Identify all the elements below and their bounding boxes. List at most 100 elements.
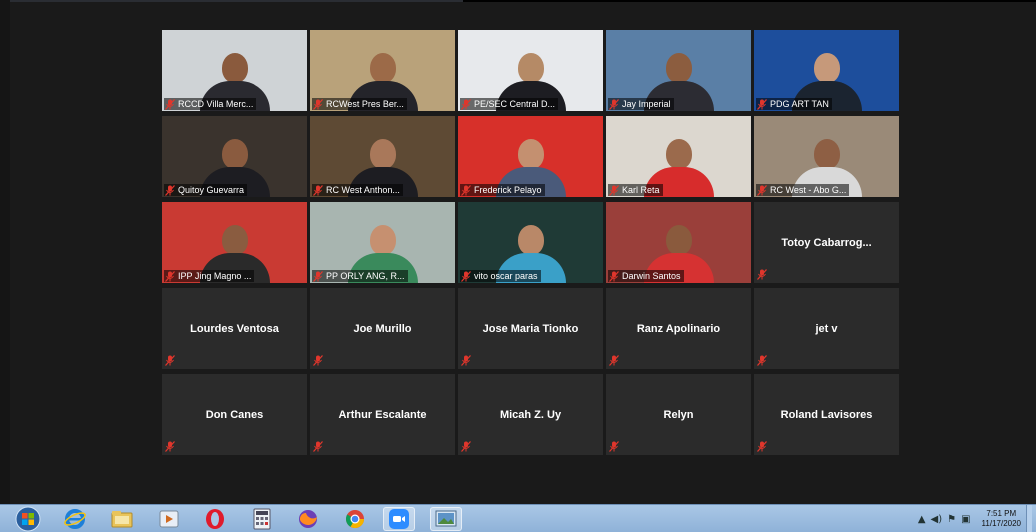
participant-tile[interactable]: Jay Imperial bbox=[606, 30, 751, 111]
participant-tile[interactable]: Roland Lavisores bbox=[754, 374, 899, 455]
participant-name: RCWest Pres Ber... bbox=[326, 99, 404, 109]
taskbar-opera[interactable] bbox=[199, 507, 231, 531]
participant-name: Frederick Pelayo bbox=[474, 185, 542, 195]
show-desktop-button[interactable] bbox=[1026, 505, 1032, 532]
participant-head bbox=[221, 139, 248, 169]
participant-name-label: RCCD Villa Merc... bbox=[164, 98, 257, 110]
clock-date: 11/17/2020 bbox=[981, 519, 1021, 528]
participant-tile[interactable]: PE/SEC Central D... bbox=[458, 30, 603, 111]
participant-tile[interactable]: PP ORLY ANG, R... bbox=[310, 202, 455, 283]
participant-name-label: PDG ART TAN bbox=[756, 98, 832, 110]
calculator-icon bbox=[253, 508, 271, 530]
participant-tile[interactable]: PDG ART TAN bbox=[754, 30, 899, 111]
muted-mic-icon bbox=[313, 270, 323, 282]
participant-tile[interactable]: Arthur Escalante bbox=[310, 374, 455, 455]
participant-tile[interactable]: RC West Anthon... bbox=[310, 116, 455, 197]
taskbar-media-player[interactable] bbox=[153, 507, 185, 531]
action-center-flag-icon[interactable]: ⚑ bbox=[947, 514, 956, 525]
participant-tile[interactable]: IPP Jing Magno ... bbox=[162, 202, 307, 283]
opera-icon bbox=[206, 509, 224, 529]
participant-tile[interactable]: vito oscar paras bbox=[458, 202, 603, 283]
firefox-icon bbox=[299, 510, 317, 528]
taskbar-internet-explorer[interactable] bbox=[59, 507, 91, 531]
muted-mic-icon bbox=[461, 270, 471, 282]
participant-head bbox=[665, 225, 692, 255]
participant-name: RC West - Abo G... bbox=[770, 185, 847, 195]
participant-name: Darwin Santos bbox=[622, 271, 681, 281]
participant-name: Ranz Apolinario bbox=[636, 322, 721, 335]
participant-name-label: Jay Imperial bbox=[608, 98, 674, 110]
participant-name-label: IPP Jing Magno ... bbox=[164, 270, 255, 282]
participant-tile[interactable]: Darwin Santos bbox=[606, 202, 751, 283]
system-tray: ▲ ◀) ⚑ ▣ 7:51 PM 11/17/2020 bbox=[918, 505, 1032, 532]
participant-tile[interactable]: Ranz Apolinario bbox=[606, 288, 751, 369]
taskbar-calculator[interactable] bbox=[246, 507, 278, 531]
participant-tile[interactable]: Lourdes Ventosa bbox=[162, 288, 307, 369]
participant-name: PDG ART TAN bbox=[770, 99, 829, 109]
participant-tile[interactable]: Frederick Pelayo bbox=[458, 116, 603, 197]
muted-mic-icon bbox=[165, 98, 175, 110]
muted-mic-icon bbox=[609, 355, 619, 366]
participant-name-label: Darwin Santos bbox=[608, 270, 684, 282]
internet-explorer-icon bbox=[64, 509, 86, 529]
participant-tile[interactable]: jet v bbox=[754, 288, 899, 369]
participant-tile[interactable]: RCWest Pres Ber... bbox=[310, 30, 455, 111]
muted-mic-icon bbox=[609, 98, 619, 110]
muted-mic-icon bbox=[757, 355, 767, 366]
participant-tile[interactable]: Quitoy Guevarra bbox=[162, 116, 307, 197]
volume-icon[interactable]: ◀) bbox=[931, 514, 943, 525]
participant-tile[interactable]: Relyn bbox=[606, 374, 751, 455]
participant-name-label: PE/SEC Central D... bbox=[460, 98, 559, 110]
participant-grid: RCCD Villa Merc... RCWest Pres Ber... PE/S… bbox=[162, 30, 899, 455]
participant-head bbox=[369, 225, 396, 255]
participant-tile[interactable]: RC West - Abo G... bbox=[754, 116, 899, 197]
participant-name-label: Frederick Pelayo bbox=[460, 184, 545, 196]
taskbar-firefox[interactable] bbox=[292, 507, 324, 531]
participant-tile[interactable]: Don Canes bbox=[162, 374, 307, 455]
taskbar-photos[interactable] bbox=[430, 507, 462, 531]
network-icon[interactable]: ▣ bbox=[961, 514, 970, 525]
participant-tile[interactable]: Micah Z. Uy bbox=[458, 374, 603, 455]
participant-name: jet v bbox=[815, 322, 838, 335]
taskbar-zoom[interactable] bbox=[383, 507, 415, 531]
participant-head bbox=[517, 139, 544, 169]
participant-head bbox=[369, 139, 396, 169]
participant-tile[interactable]: Karl Reta bbox=[606, 116, 751, 197]
muted-mic-icon bbox=[165, 270, 175, 282]
windows-taskbar: ▲ ◀) ⚑ ▣ 7:51 PM 11/17/2020 bbox=[0, 504, 1036, 532]
muted-mic-icon bbox=[757, 184, 767, 196]
participant-tile[interactable]: RCCD Villa Merc... bbox=[162, 30, 307, 111]
muted-mic-icon bbox=[313, 355, 323, 366]
participant-head bbox=[517, 225, 544, 255]
participant-head bbox=[221, 53, 248, 83]
participant-name-label: Quitoy Guevarra bbox=[164, 184, 248, 196]
start-button[interactable] bbox=[12, 506, 44, 532]
participant-head bbox=[813, 53, 840, 83]
muted-mic-icon bbox=[461, 441, 471, 452]
muted-mic-icon bbox=[609, 184, 619, 196]
participant-name-label: RCWest Pres Ber... bbox=[312, 98, 407, 110]
participant-tile[interactable]: Totoy Cabarrog... bbox=[754, 202, 899, 283]
participant-name: Joe Murillo bbox=[353, 322, 412, 335]
participant-tile[interactable]: Joe Murillo bbox=[310, 288, 455, 369]
taskbar-file-explorer[interactable] bbox=[106, 507, 138, 531]
media-player-icon bbox=[159, 510, 179, 528]
participant-name: Lourdes Ventosa bbox=[190, 322, 279, 335]
participant-name-label: RC West - Abo G... bbox=[756, 184, 850, 196]
participant-head bbox=[665, 139, 692, 169]
participant-name: PP ORLY ANG, R... bbox=[326, 271, 405, 281]
participant-name-label: PP ORLY ANG, R... bbox=[312, 270, 408, 282]
participant-tile[interactable]: Jose Maria Tionko bbox=[458, 288, 603, 369]
show-hidden-icons-icon[interactable]: ▲ bbox=[918, 514, 926, 525]
participant-head bbox=[813, 139, 840, 169]
muted-mic-icon bbox=[757, 441, 767, 452]
taskbar-chrome[interactable] bbox=[339, 507, 371, 531]
participant-name: Micah Z. Uy bbox=[499, 408, 562, 421]
participant-name: Jay Imperial bbox=[622, 99, 671, 109]
muted-mic-icon bbox=[313, 98, 323, 110]
zoom-gallery-view: RCCD Villa Merc... RCWest Pres Ber... PE/S… bbox=[10, 2, 1036, 504]
muted-mic-icon bbox=[609, 270, 619, 282]
muted-mic-icon bbox=[461, 184, 471, 196]
system-clock[interactable]: 7:51 PM 11/17/2020 bbox=[982, 509, 1021, 529]
windows-logo-icon bbox=[15, 506, 41, 532]
